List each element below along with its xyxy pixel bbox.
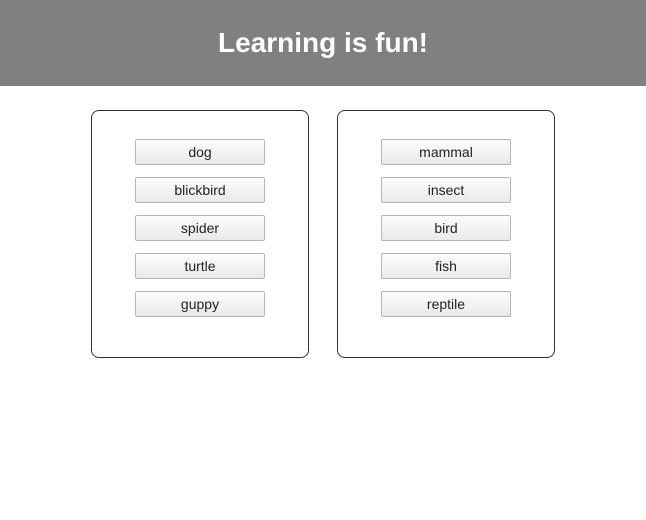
animal-item-guppy[interactable]: guppy [135,291,265,317]
animal-item-spider[interactable]: spider [135,215,265,241]
animal-item-blickbird[interactable]: blickbird [135,177,265,203]
header-bar: Learning is fun! [0,0,646,86]
category-item-bird[interactable]: bird [381,215,511,241]
main-content: dog blickbird spider turtle guppy mammal… [0,86,646,358]
right-panel: mammal insect bird fish reptile [337,110,555,358]
category-item-reptile[interactable]: reptile [381,291,511,317]
category-item-insect[interactable]: insect [381,177,511,203]
animal-item-dog[interactable]: dog [135,139,265,165]
left-panel: dog blickbird spider turtle guppy [91,110,309,358]
category-item-mammal[interactable]: mammal [381,139,511,165]
animal-item-turtle[interactable]: turtle [135,253,265,279]
page-title: Learning is fun! [218,27,428,59]
category-item-fish[interactable]: fish [381,253,511,279]
